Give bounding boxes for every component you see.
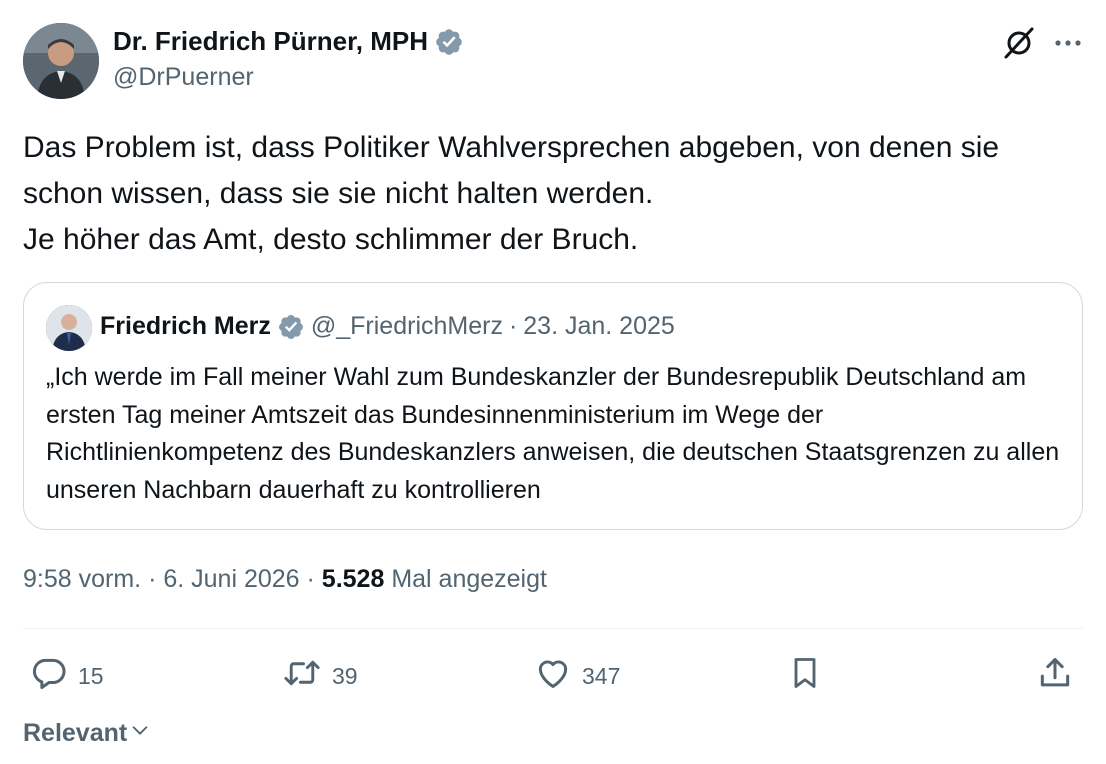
quoted-author-handle[interactable]: @_FriedrichMerz xyxy=(311,312,503,341)
quoted-date[interactable]: 23. Jan. 2025 xyxy=(523,312,675,341)
repost-button[interactable]: 39 xyxy=(282,654,358,698)
grok-icon[interactable] xyxy=(1002,26,1036,60)
views-count: 5.528 xyxy=(321,565,385,593)
tweet-date[interactable]: 6. Juni 2026 xyxy=(163,565,299,593)
author-name-row[interactable]: Dr. Friedrich Pürner, MPH xyxy=(113,26,464,57)
more-icon[interactable] xyxy=(1054,38,1082,48)
bookmark-icon[interactable] xyxy=(787,654,823,698)
quoted-author-name[interactable]: Friedrich Merz xyxy=(100,312,271,341)
meta-separator: · xyxy=(148,565,157,593)
quoted-text: „Ich werde im Fall meiner Wahl zum Bunde… xyxy=(46,363,1060,504)
quoted-separator: · xyxy=(508,312,518,340)
share-button[interactable] xyxy=(1036,654,1074,698)
tweet-text: Das Problem ist, dass Politiker Wahlvers… xyxy=(23,131,1000,256)
reply-icon[interactable] xyxy=(30,654,68,698)
sort-label[interactable]: Relevant xyxy=(23,719,127,748)
author-handle[interactable]: @DrPuerner xyxy=(113,63,254,92)
author-name[interactable]: Dr. Friedrich Pürner, MPH xyxy=(113,26,428,57)
divider xyxy=(23,628,1083,629)
bookmark-button[interactable] xyxy=(787,654,823,698)
like-count: 347 xyxy=(582,662,621,689)
quoted-header: Friedrich Merz @_FriedrichMerz · 23. Jan… xyxy=(100,312,675,341)
repost-count: 39 xyxy=(332,662,358,689)
verified-badge-icon[interactable] xyxy=(277,313,305,341)
author-avatar[interactable] xyxy=(23,23,99,99)
quoted-author-avatar[interactable] xyxy=(46,305,92,351)
tweet-meta-row: 9:58 vorm. · 6. Juni 2026 · 5.528 Mal an… xyxy=(23,565,547,594)
like-icon[interactable] xyxy=(534,654,572,698)
verified-badge-icon[interactable] xyxy=(434,27,464,57)
repost-icon[interactable] xyxy=(282,654,322,698)
like-button[interactable]: 347 xyxy=(534,654,620,698)
views-label: Mal angezeigt xyxy=(391,565,547,593)
chevron-down-icon[interactable] xyxy=(129,719,151,748)
reply-button[interactable]: 15 xyxy=(30,654,104,698)
share-icon[interactable] xyxy=(1036,654,1074,698)
tweet-time[interactable]: 9:58 vorm. xyxy=(23,565,141,593)
top-actions xyxy=(1002,26,1082,60)
quoted-tweet-card[interactable]: Friedrich Merz @_FriedrichMerz · 23. Jan… xyxy=(23,282,1083,530)
reply-sort-dropdown[interactable]: Relevant xyxy=(23,719,151,748)
meta-separator: · xyxy=(306,565,315,593)
reply-count: 15 xyxy=(78,662,104,689)
